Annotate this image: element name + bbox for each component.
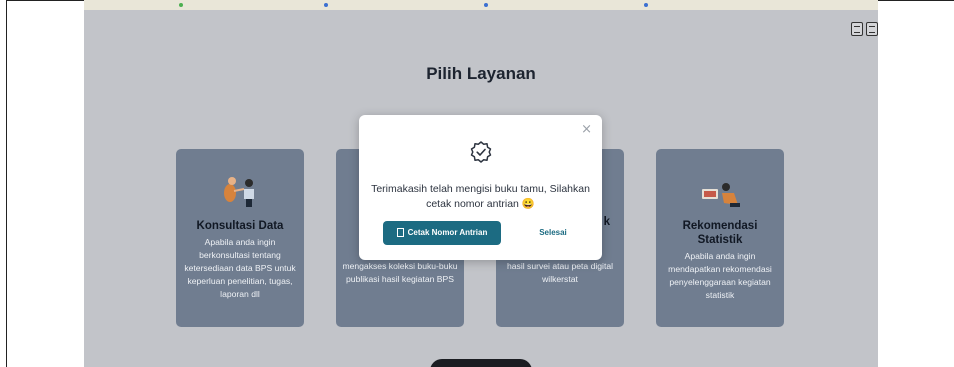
done-button[interactable]: Selesai — [531, 221, 575, 245]
card-description: Apabila anda ingin mendapatkan rekomenda… — [668, 251, 772, 300]
print-queue-number-button[interactable]: Cetak Nomor Antrian — [383, 221, 501, 245]
contact-card-icon[interactable] — [866, 22, 878, 36]
card-description: Apabila anda ingin berkonsultasi tentang… — [184, 237, 296, 299]
header-icons — [851, 22, 878, 36]
card-title: Rekomendasi Statistik — [682, 220, 758, 246]
print-button-label: Cetak Nomor Antrian — [407, 228, 488, 237]
service-page: Pilih Layanan Konsultasi Data Apabila an… — [84, 10, 878, 367]
service-card-rekomendasi[interactable]: Rekomendasi Statistik Apabila anda ingin… — [656, 149, 784, 327]
consultation-illustration-icon — [182, 163, 298, 219]
toolbar-strip — [84, 0, 878, 10]
document-icon[interactable] — [851, 22, 863, 36]
card-description: hasil survei atau peta digital wilkersta… — [506, 261, 614, 284]
card-title: Konsultasi Data — [196, 220, 284, 232]
floating-toolbar[interactable] — [430, 359, 532, 367]
thank-you-modal: × Terimakasih telah mengisi buku tamu, S… — [359, 115, 602, 260]
frame-border-left — [6, 0, 7, 367]
recommendation-illustration-icon — [662, 163, 778, 219]
document-icon — [396, 228, 404, 237]
check-badge-icon — [470, 141, 492, 163]
close-icon[interactable]: × — [581, 122, 592, 137]
service-card-konsultasi[interactable]: Konsultasi Data Apabila anda ingin berko… — [176, 149, 304, 327]
modal-message: Terimakasih telah mengisi buku tamu, Sil… — [371, 183, 590, 210]
page-title: Pilih Layanan — [426, 64, 536, 83]
card-description: mengakses koleksi buku-buku publikasi ha… — [342, 261, 458, 284]
